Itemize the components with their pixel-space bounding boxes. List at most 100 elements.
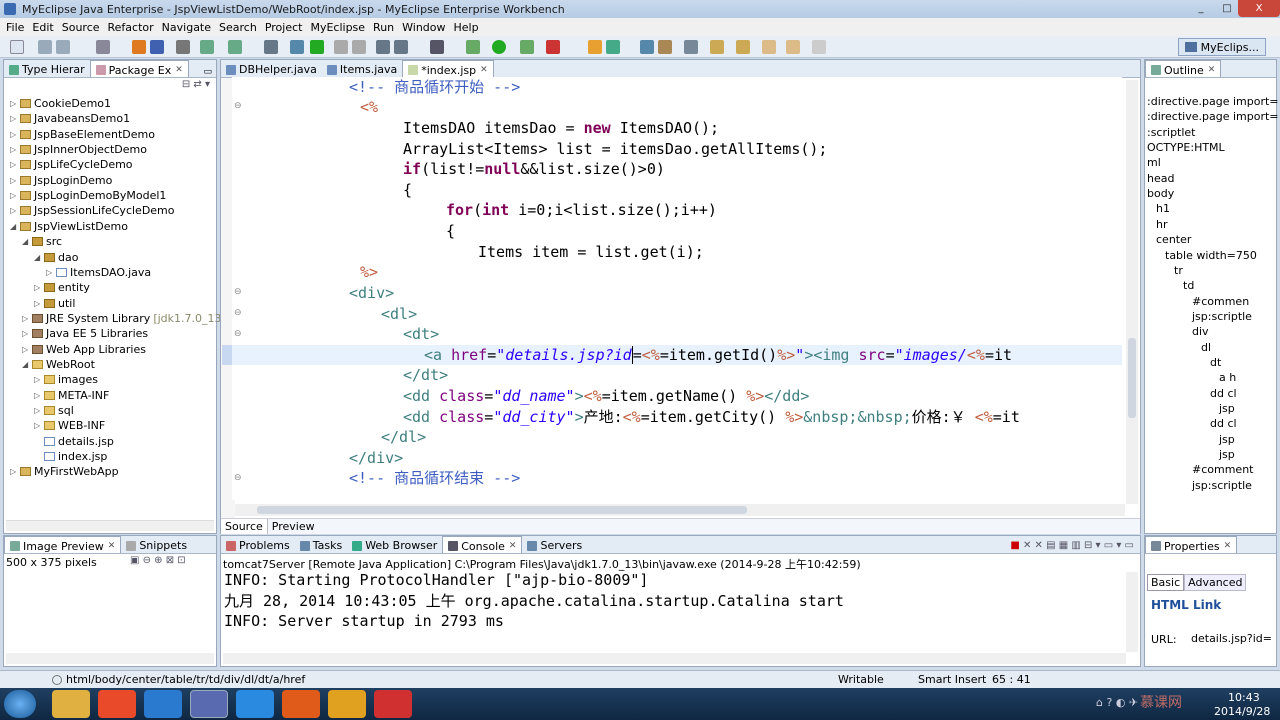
expand-toggle-icon[interactable]: ▷ <box>46 268 56 277</box>
back-icon[interactable] <box>762 40 776 54</box>
tree-item[interactable]: ▷ ItemsDAO.java <box>46 265 151 280</box>
tab-snippets[interactable]: Snippets <box>121 536 192 553</box>
layout-icon[interactable] <box>376 40 390 54</box>
tree-item[interactable]: ▷ JspBaseElementDemo <box>10 127 155 142</box>
console-actions-icon[interactable]: ■ ✕ ✕ ▤ ▦ ▥ ⊟ ▾ ▭ ▾ ▭ <box>1004 540 1140 553</box>
server-icon[interactable] <box>150 40 164 54</box>
chrome-taskbar-icon[interactable] <box>98 690 136 718</box>
tab-package-explorer[interactable]: Package Ex ✕ <box>89 60 189 77</box>
close-icon[interactable]: ✕ <box>1208 65 1216 75</box>
tree-item[interactable]: ◢ JspViewListDemo <box>10 219 128 234</box>
tray-icons[interactable]: ⌂ ? ◐ ✈ <box>1096 696 1138 709</box>
tree-item[interactable]: ▷ JRE System Library [jdk1.7.0_13] <box>22 311 226 326</box>
preview-horizontal-scrollbar[interactable] <box>6 653 214 664</box>
close-icon[interactable]: ✕ <box>175 65 183 75</box>
tab-console[interactable]: Console ✕ <box>442 536 523 553</box>
deploy-icon[interactable] <box>132 40 146 54</box>
tab-source[interactable]: Source <box>221 519 268 534</box>
fold-marker-icon[interactable]: ⊖ <box>234 101 242 111</box>
expand-toggle-icon[interactable]: ▷ <box>10 99 20 108</box>
tree-item[interactable]: ▷ JspInnerObjectDemo <box>10 142 147 157</box>
pen-icon[interactable] <box>658 40 672 54</box>
expand-toggle-icon[interactable]: ◢ <box>22 360 32 369</box>
web2-icon[interactable] <box>228 40 242 54</box>
tab-index-jsp[interactable]: *index.jsp ✕ <box>402 60 494 77</box>
expand-toggle-icon[interactable]: ▷ <box>10 206 20 215</box>
outline-item[interactable]: :directive.page import= <box>1147 95 1279 108</box>
powerpoint-taskbar-icon[interactable] <box>282 690 320 718</box>
tab-basic[interactable]: Basic <box>1147 574 1185 591</box>
expand-toggle-icon[interactable]: ▷ <box>10 114 20 123</box>
outline-item[interactable]: head <box>1147 172 1174 185</box>
outline-item[interactable]: jsp <box>1219 433 1235 446</box>
grid-icon[interactable] <box>394 40 408 54</box>
outline-item[interactable]: table width=750 <box>1165 249 1257 262</box>
tree-item[interactable]: ▷ util <box>34 296 75 311</box>
expand-toggle-icon[interactable]: ▷ <box>22 329 32 338</box>
tab-advanced[interactable]: Advanced <box>1184 574 1247 591</box>
expand-toggle-icon[interactable]: ▷ <box>34 406 44 415</box>
fold-marker-icon[interactable]: ⊖ <box>234 329 242 339</box>
tab-preview[interactable]: Preview <box>268 519 319 534</box>
menu-run[interactable]: Run <box>369 21 398 34</box>
code-editor[interactable]: <!-- 商品循环开始 --> <% ItemsDAO itemsDao = n… <box>232 77 1122 500</box>
class-icon[interactable] <box>290 40 304 54</box>
explorer-taskbar-icon[interactable] <box>52 690 90 718</box>
outline-item[interactable]: center <box>1156 233 1191 246</box>
lock-icon[interactable] <box>176 40 190 54</box>
menu-file[interactable]: File <box>2 21 28 34</box>
perspective-switcher[interactable]: MyEclips... <box>1177 38 1266 56</box>
collapse-all-icon[interactable]: ⊟ ⇄ ▾ <box>182 79 210 90</box>
console-horizontal-scrollbar[interactable] <box>223 653 1126 664</box>
editor-horizontal-scrollbar[interactable] <box>235 504 1125 516</box>
tree-item[interactable]: ◢ WebRoot <box>22 357 95 372</box>
expand-toggle-icon[interactable]: ▷ <box>10 467 20 476</box>
annotation-icon[interactable] <box>710 40 724 54</box>
tree-item[interactable]: ▷ MyFirstWebApp <box>10 464 119 479</box>
outline-item[interactable]: dd cl <box>1210 417 1237 430</box>
outline-item[interactable]: ml <box>1147 156 1161 169</box>
expand-toggle-icon[interactable]: ▷ <box>10 176 20 185</box>
outline-item[interactable]: :scriptlet <box>1147 126 1196 139</box>
menu-myeclipse[interactable]: MyEclipse <box>306 21 369 34</box>
close-icon[interactable]: ✕ <box>1224 541 1232 551</box>
editor-vertical-scrollbar[interactable] <box>1126 80 1138 504</box>
outline-item[interactable]: dl <box>1201 341 1211 354</box>
coverage-icon[interactable] <box>520 40 534 54</box>
fold-marker-icon[interactable]: ⊖ <box>234 473 242 483</box>
debug-icon[interactable] <box>466 40 480 54</box>
outline-item[interactable]: :directive.page import= <box>1147 110 1279 123</box>
skype-taskbar-icon[interactable] <box>236 690 274 718</box>
outline-item[interactable]: jsp <box>1219 402 1235 415</box>
menu-help[interactable]: Help <box>450 21 483 34</box>
redo-icon[interactable] <box>352 40 366 54</box>
tree-item[interactable]: ▷ WEB-INF <box>34 418 105 433</box>
menu-search[interactable]: Search <box>215 21 261 34</box>
tab-properties[interactable]: Properties ✕ <box>1145 536 1238 553</box>
expand-toggle-icon[interactable]: ◢ <box>10 222 20 231</box>
outline-item[interactable]: jsp <box>1219 448 1235 461</box>
close-button[interactable]: X <box>1238 0 1280 17</box>
expand-toggle-icon[interactable]: ▷ <box>34 375 44 384</box>
console-vertical-scrollbar[interactable] <box>1126 572 1138 652</box>
tree-item[interactable]: ▷ CookieDemo1 <box>10 96 111 111</box>
tree-item[interactable]: ◢ src <box>22 234 62 249</box>
outline-item[interactable]: jsp:scriptle <box>1192 479 1252 492</box>
globe-icon[interactable] <box>310 40 324 54</box>
minimize-button[interactable]: _ <box>1188 0 1214 17</box>
menu-source[interactable]: Source <box>58 21 104 34</box>
expand-toggle-icon[interactable]: ▷ <box>34 391 44 400</box>
tree-item[interactable]: index.jsp <box>34 449 107 464</box>
minimize-view-icon[interactable]: ▭ <box>199 67 216 77</box>
myeclipse-taskbar-icon[interactable] <box>190 690 228 718</box>
outline-item[interactable]: dt <box>1210 356 1221 369</box>
outline-item[interactable]: div <box>1192 325 1209 338</box>
tab-problems[interactable]: Problems <box>221 536 295 553</box>
terminal-icon[interactable] <box>430 40 444 54</box>
tree-item[interactable]: ▷ entity <box>34 280 90 295</box>
tree-item[interactable]: ▷ sql <box>34 403 74 418</box>
new-icon[interactable] <box>10 40 24 54</box>
outline-item[interactable]: tr <box>1174 264 1183 277</box>
expand-toggle-icon[interactable]: ▷ <box>34 283 44 292</box>
nav-icon[interactable] <box>812 40 826 54</box>
